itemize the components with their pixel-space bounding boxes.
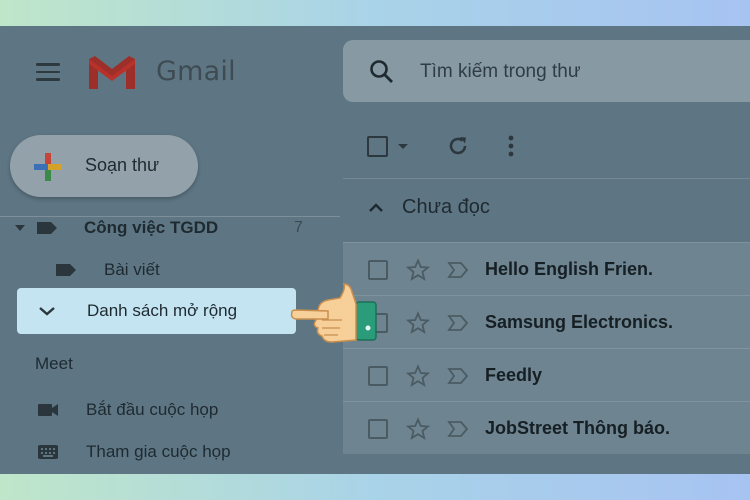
- star-icon[interactable]: [406, 311, 430, 335]
- sidebar-item-bai-viet[interactable]: Bài viết: [55, 255, 160, 285]
- select-dropdown-icon[interactable]: [398, 144, 408, 149]
- mail-row[interactable]: Hello English Frien.: [343, 242, 750, 295]
- meet-item-label: Bắt đầu cuộc họp: [86, 400, 219, 419]
- sidebar-item-expand-content[interactable]: Danh sách mở rộng: [38, 296, 237, 326]
- sidebar-item-label: Bài viết: [104, 260, 160, 279]
- keyboard-icon: [38, 445, 58, 459]
- mail-row[interactable]: JobStreet Thông báo.: [343, 401, 750, 454]
- important-marker-icon[interactable]: [447, 314, 469, 332]
- mail-checkbox[interactable]: [368, 419, 388, 439]
- mail-sender: JobStreet Thông báo.: [485, 418, 671, 438]
- gmail-logo: [89, 56, 135, 89]
- mail-row[interactable]: Feedly: [343, 348, 750, 401]
- video-camera-icon: [38, 404, 58, 416]
- unread-section-header[interactable]: Chưa đọc: [368, 196, 490, 219]
- important-marker-icon[interactable]: [447, 420, 469, 438]
- gmail-wordmark: Gmail: [156, 56, 236, 87]
- meet-join-meeting[interactable]: Tham gia cuộc họp: [37, 437, 231, 467]
- compose-plus-icon: [34, 153, 62, 181]
- sidebar-item-cong-viec[interactable]: Công việc TGDD: [14, 213, 334, 243]
- search-bar[interactable]: Tìm kiếm trong thư: [343, 40, 750, 102]
- star-icon[interactable]: [406, 258, 430, 282]
- compose-button[interactable]: Soạn thư: [10, 135, 198, 197]
- label-tag-icon: [37, 222, 57, 234]
- mail-list: Hello English Frien. Samsung Electronics…: [343, 242, 750, 454]
- search-icon[interactable]: [369, 59, 395, 85]
- sidebar-item-label: Danh sách mở rộng: [87, 301, 238, 320]
- pointing-hand-icon: [290, 283, 377, 343]
- important-marker-icon[interactable]: [447, 261, 469, 279]
- label-tag-icon: [56, 264, 76, 276]
- mail-sender: Samsung Electronics.: [485, 312, 674, 332]
- refresh-icon[interactable]: [446, 134, 470, 158]
- mail-sender: Feedly: [485, 365, 543, 385]
- gmail-window: Gmail Soạn thư Công việc TGDD 7 Bài viết: [0, 26, 750, 474]
- main-menu-icon[interactable]: [36, 63, 60, 81]
- chevron-up-icon[interactable]: [368, 202, 384, 214]
- section-title: Chưa đọc: [402, 196, 490, 218]
- sidebar-item-label: Công việc TGDD: [84, 218, 219, 237]
- search-placeholder: Tìm kiếm trong thư: [420, 61, 581, 82]
- mail-sender: Hello English Frien.: [485, 259, 654, 279]
- compose-label: Soạn thư: [85, 155, 160, 175]
- meet-start-meeting[interactable]: Bắt đầu cuộc họp: [37, 395, 218, 425]
- important-marker-icon[interactable]: [447, 367, 469, 385]
- select-all-checkbox[interactable]: [367, 136, 388, 157]
- mail-row[interactable]: Samsung Electronics.: [343, 295, 750, 348]
- mail-checkbox[interactable]: [368, 260, 388, 280]
- star-icon[interactable]: [406, 364, 430, 388]
- mail-checkbox[interactable]: [368, 366, 388, 386]
- more-options-icon[interactable]: [501, 133, 521, 159]
- collapse-arrow-icon[interactable]: [14, 223, 26, 233]
- unread-count: 7: [294, 219, 303, 236]
- meet-item-label: Tham gia cuộc họp: [86, 442, 231, 461]
- chevron-down-icon: [39, 307, 55, 316]
- meet-section-header: Meet: [35, 354, 73, 373]
- toolbar-divider: [343, 178, 750, 179]
- star-icon[interactable]: [406, 417, 430, 441]
